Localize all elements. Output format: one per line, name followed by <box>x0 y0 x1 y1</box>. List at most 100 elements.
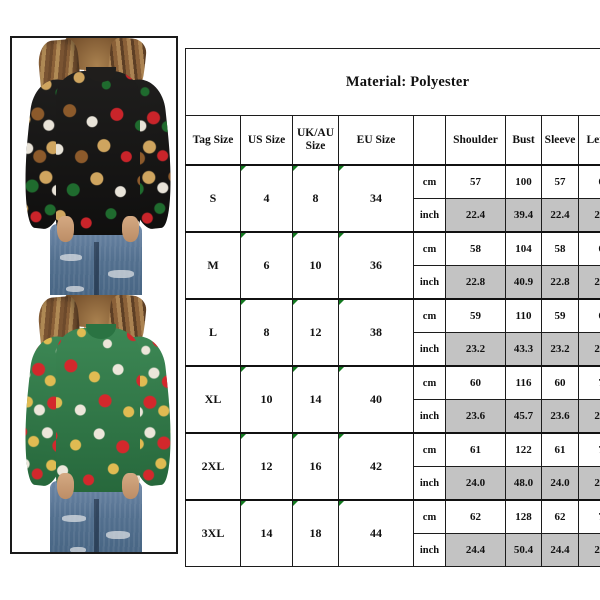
cell-bust-inch: 39.4 <box>505 198 542 233</box>
cell-unit-inch: inch <box>413 399 446 434</box>
table-row: 3XL 14 18 44 cm 62 128 62 72 <box>185 499 600 567</box>
cell-eu-size: 38 <box>338 298 414 367</box>
cell-shoulder-inch: 24.4 <box>445 533 506 567</box>
cell-unit-cm: cm <box>413 231 446 266</box>
cell-length-inch: 28.0 <box>577 466 600 501</box>
size-chart-table: Material: Polyester Tag Size US Size UK/… <box>184 48 600 567</box>
cell-bust-cm: 128 <box>505 499 542 534</box>
cell-sleeve-cm: 57 <box>541 164 579 199</box>
table-row: L 8 12 38 cm 59 110 59 69 <box>185 298 600 367</box>
cell-bust-cm: 122 <box>505 432 542 467</box>
cell-uk-au-size: 10 <box>292 231 339 300</box>
cell-bust-cm: 104 <box>505 231 542 266</box>
cell-sleeve-inch: 24.4 <box>541 533 579 567</box>
cell-unit-cm: cm <box>413 298 446 333</box>
table-row: 2XL 12 16 42 cm 61 122 61 71 <box>185 432 600 501</box>
model-hand-left <box>57 473 74 499</box>
cell-unit-inch: inch <box>413 198 446 233</box>
cell-length-inch: 26.8 <box>577 265 600 300</box>
cell-length-cm: 70 <box>577 365 600 400</box>
cell-unit-inch: inch <box>413 533 446 567</box>
cell-sleeve-inch: 23.6 <box>541 399 579 434</box>
model-hand-left <box>57 216 74 242</box>
header-length: Length <box>577 115 600 166</box>
table-row: M 6 10 36 cm 58 104 58 68 <box>185 231 600 300</box>
cell-sleeve-cm: 60 <box>541 365 579 400</box>
cell-shoulder-cm: 57 <box>445 164 506 199</box>
garment-torso <box>56 328 140 492</box>
cell-length-inch: 27.6 <box>577 399 600 434</box>
cell-eu-size: 40 <box>338 365 414 434</box>
header-us-size: US Size <box>240 115 293 166</box>
cell-uk-au-size: 18 <box>292 499 339 567</box>
header-unit <box>413 115 446 166</box>
cell-length-inch: 28.3 <box>577 533 600 567</box>
cell-sleeve-inch: 23.2 <box>541 332 579 367</box>
cell-sleeve-cm: 61 <box>541 432 579 467</box>
cell-unit-cm: cm <box>413 499 446 534</box>
cell-bust-cm: 100 <box>505 164 542 199</box>
header-sleeve: Sleeve <box>541 115 579 166</box>
cell-shoulder-cm: 61 <box>445 432 506 467</box>
cell-sleeve-cm: 58 <box>541 231 579 266</box>
header-uk-au-size: UK/AU Size <box>292 115 339 166</box>
cell-unit-cm: cm <box>413 365 446 400</box>
model-hand-right <box>122 473 139 499</box>
cell-us-size: 4 <box>240 164 293 233</box>
cell-eu-size: 42 <box>338 432 414 501</box>
cell-bust-cm: 116 <box>505 365 542 400</box>
cell-unit-inch: inch <box>413 466 446 501</box>
cell-tag-size: 3XL <box>185 499 241 567</box>
header-eu-size: EU Size <box>338 115 414 166</box>
cell-sleeve-inch: 24.0 <box>541 466 579 501</box>
cell-tag-size: L <box>185 298 241 367</box>
cell-bust-inch: 45.7 <box>505 399 542 434</box>
cell-sleeve-inch: 22.8 <box>541 265 579 300</box>
cell-us-size: 8 <box>240 298 293 367</box>
cell-length-cm: 72 <box>577 499 600 534</box>
green-sweatshirt-garment <box>18 324 176 492</box>
cell-length-inch: 26.4 <box>577 198 600 233</box>
cell-uk-au-size: 12 <box>292 298 339 367</box>
cell-shoulder-inch: 22.8 <box>445 265 506 300</box>
header-bust: Bust <box>505 115 542 166</box>
cell-length-inch: 27.2 <box>577 332 600 367</box>
cell-shoulder-cm: 58 <box>445 231 506 266</box>
cell-tag-size: M <box>185 231 241 300</box>
cell-us-size: 6 <box>240 231 293 300</box>
cell-sleeve-cm: 62 <box>541 499 579 534</box>
cell-bust-inch: 40.9 <box>505 265 542 300</box>
table-row: S 4 8 34 cm 57 100 57 67 <box>185 164 600 233</box>
cell-length-cm: 68 <box>577 231 600 266</box>
cell-shoulder-inch: 23.6 <box>445 399 506 434</box>
cell-tag-size: S <box>185 164 241 233</box>
cell-sleeve-inch: 22.4 <box>541 198 579 233</box>
cell-tag-size: XL <box>185 365 241 434</box>
cell-us-size: 14 <box>240 499 293 567</box>
cell-unit-cm: cm <box>413 432 446 467</box>
cell-unit-cm: cm <box>413 164 446 199</box>
cell-bust-inch: 50.4 <box>505 533 542 567</box>
black-sweatshirt-garment <box>18 67 176 235</box>
cell-us-size: 10 <box>240 365 293 434</box>
cell-sleeve-cm: 59 <box>541 298 579 333</box>
cell-eu-size: 36 <box>338 231 414 300</box>
cell-us-size: 12 <box>240 432 293 501</box>
cell-shoulder-cm: 59 <box>445 298 506 333</box>
cell-eu-size: 44 <box>338 499 414 567</box>
cell-bust-cm: 110 <box>505 298 542 333</box>
cell-unit-inch: inch <box>413 265 446 300</box>
table-header-row: Tag Size US Size UK/AU Size EU Size Shou… <box>185 115 600 166</box>
garment-torso <box>56 71 140 235</box>
header-shoulder: Shoulder <box>445 115 506 166</box>
cell-shoulder-inch: 22.4 <box>445 198 506 233</box>
cell-tag-size: 2XL <box>185 432 241 501</box>
cell-unit-inch: inch <box>413 332 446 367</box>
material-row: Material: Polyester <box>184 48 600 116</box>
cell-bust-inch: 43.3 <box>505 332 542 367</box>
cell-uk-au-size: 14 <box>292 365 339 434</box>
green-christmas-sweatshirt-photo <box>12 295 176 552</box>
cell-uk-au-size: 16 <box>292 432 339 501</box>
cell-shoulder-inch: 23.2 <box>445 332 506 367</box>
table-row: XL 10 14 40 cm 60 116 60 70 <box>185 365 600 434</box>
